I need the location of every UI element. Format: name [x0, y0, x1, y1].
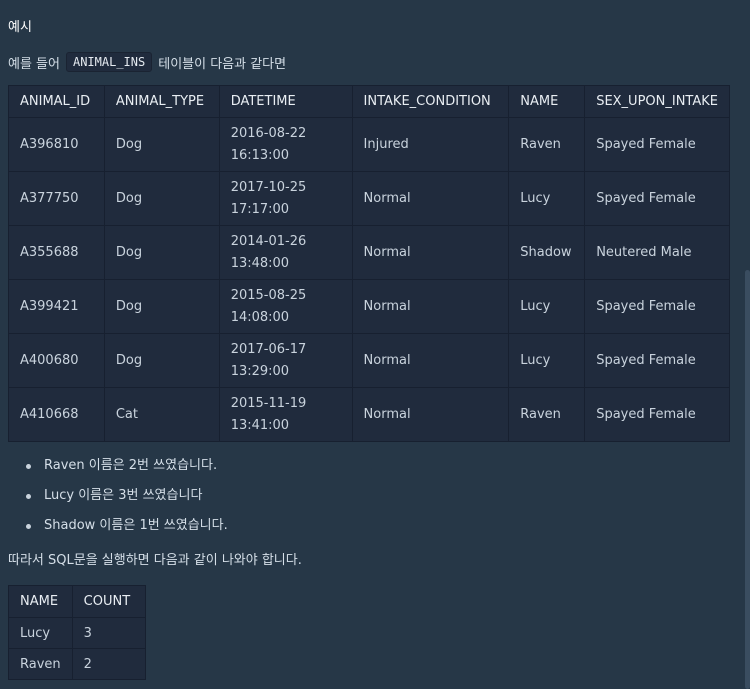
cell-name: Lucy	[8, 617, 73, 649]
cell-animal-type: Dog	[103, 279, 220, 334]
table-header-row: ANIMAL_ID ANIMAL_TYPE DATETIME INTAKE_CO…	[8, 85, 730, 118]
table-row: A355688 Dog 2014-01-26 13:48:00 Normal Sh…	[8, 225, 730, 280]
column-header: COUNT	[71, 585, 146, 618]
cell-count: 2	[71, 648, 146, 680]
cell-animal-type: Dog	[103, 171, 220, 226]
cell-name: Shadow	[508, 225, 586, 280]
cell-intake-condition: Normal	[351, 387, 510, 442]
cell-animal-type: Dog	[103, 117, 220, 172]
list-item: Shadow 이름은 1번 쓰였습니다.	[8, 512, 228, 542]
datetime-time: 17:17:00	[230, 201, 290, 217]
cell-animal-id: A377750	[8, 171, 105, 226]
scrollbar-thumb[interactable]	[745, 270, 750, 689]
problem-example-section: 예시 예를 들어 ANIMAL_INS 테이블이 다음과 같다면 ANIMAL_…	[8, 0, 730, 680]
datetime-date: 2017-10-25	[230, 179, 307, 195]
table-header-row: NAME COUNT	[8, 585, 146, 618]
datetime-time: 16:13:00	[230, 147, 290, 163]
cell-animal-id: A410668	[8, 387, 105, 442]
cell-animal-id: A355688	[8, 225, 105, 280]
datetime-time: 14:08:00	[230, 309, 290, 325]
table-row: A400680 Dog 2017-06-17 13:29:00 Normal Lu…	[8, 333, 730, 388]
cell-name: Raven	[508, 387, 586, 442]
cell-intake-condition: Normal	[351, 333, 510, 388]
intro-before: 예를 들어	[8, 56, 60, 72]
cell-intake-condition: Normal	[351, 171, 510, 226]
table-row: Lucy 3	[8, 617, 146, 649]
column-header: ANIMAL_ID	[8, 85, 105, 118]
cell-datetime: 2016-08-22 16:13:00	[218, 117, 353, 172]
cell-animal-type: Dog	[103, 333, 220, 388]
datetime-time: 13:48:00	[230, 255, 290, 271]
cell-animal-id: A399421	[8, 279, 105, 334]
intro-after: 테이블이 다음과 같다면	[158, 56, 287, 72]
datetime-date: 2017-06-17	[230, 341, 307, 357]
cell-animal-id: A396810	[8, 117, 105, 172]
result-table: NAME COUNT Lucy 3 Raven 2	[8, 585, 146, 680]
datetime-date: 2015-08-25	[230, 287, 307, 303]
cell-name: Raven	[508, 117, 586, 172]
datetime-date: 2014-01-26	[230, 233, 307, 249]
datetime-time: 13:29:00	[230, 363, 290, 379]
cell-name: Lucy	[508, 171, 586, 226]
column-header: SEX_UPON_INTAKE	[584, 85, 730, 118]
list-item: Raven 이름은 2번 쓰였습니다.	[8, 452, 228, 482]
cell-sex: Neutered Male	[584, 225, 730, 280]
cell-name: Raven	[8, 648, 73, 680]
cell-animal-type: Cat	[103, 387, 220, 442]
table-name-code: ANIMAL_INS	[65, 52, 153, 72]
animal-ins-table: ANIMAL_ID ANIMAL_TYPE DATETIME INTAKE_CO…	[8, 85, 730, 442]
datetime-date: 2015-11-19	[230, 395, 307, 411]
cell-animal-type: Dog	[103, 225, 220, 280]
list-item: Lucy 이름은 3번 쓰였습니다	[8, 482, 228, 512]
name-count-list: Raven 이름은 2번 쓰였습니다. Lucy 이름은 3번 쓰였습니다 Sh…	[8, 452, 228, 542]
datetime-time: 13:41:00	[230, 417, 290, 433]
cell-sex: Spayed Female	[584, 333, 730, 388]
cell-datetime: 2017-10-25 17:17:00	[218, 171, 353, 226]
datetime-date: 2016-08-22	[230, 125, 307, 141]
cell-name: Lucy	[508, 279, 586, 334]
cell-datetime: 2015-11-19 13:41:00	[218, 387, 353, 442]
column-header: NAME	[508, 85, 586, 118]
cell-sex: Spayed Female	[584, 387, 730, 442]
column-header: DATETIME	[218, 85, 353, 118]
table-row: A377750 Dog 2017-10-25 17:17:00 Normal Lu…	[8, 171, 730, 226]
cell-intake-condition: Normal	[351, 279, 510, 334]
cell-datetime: 2014-01-26 13:48:00	[218, 225, 353, 280]
table-row: Raven 2	[8, 648, 146, 680]
cell-sex: Spayed Female	[584, 117, 730, 172]
intro-text: 예를 들어 ANIMAL_INS 테이블이 다음과 같다면	[8, 50, 730, 74]
cell-sex: Spayed Female	[584, 279, 730, 334]
conclusion-text: 따라서 SQL문을 실행하면 다음과 같이 나와야 합니다.	[8, 553, 302, 568]
column-header: INTAKE_CONDITION	[351, 85, 510, 118]
cell-intake-condition: Injured	[351, 117, 510, 172]
column-header: ANIMAL_TYPE	[103, 85, 220, 118]
column-header: NAME	[8, 585, 73, 618]
cell-sex: Spayed Female	[584, 171, 730, 226]
table-row: A399421 Dog 2015-08-25 14:08:00 Normal Lu…	[8, 279, 730, 334]
cell-count: 3	[71, 617, 146, 649]
cell-intake-condition: Normal	[351, 225, 510, 280]
cell-datetime: 2017-06-17 13:29:00	[218, 333, 353, 388]
table-row: A396810 Dog 2016-08-22 16:13:00 Injured R…	[8, 117, 730, 172]
table-row: A410668 Cat 2015-11-19 13:41:00 Normal Ra…	[8, 387, 730, 442]
cell-animal-id: A400680	[8, 333, 105, 388]
cell-datetime: 2015-08-25 14:08:00	[218, 279, 353, 334]
section-heading: 예시	[8, 20, 32, 35]
cell-name: Lucy	[508, 333, 586, 388]
